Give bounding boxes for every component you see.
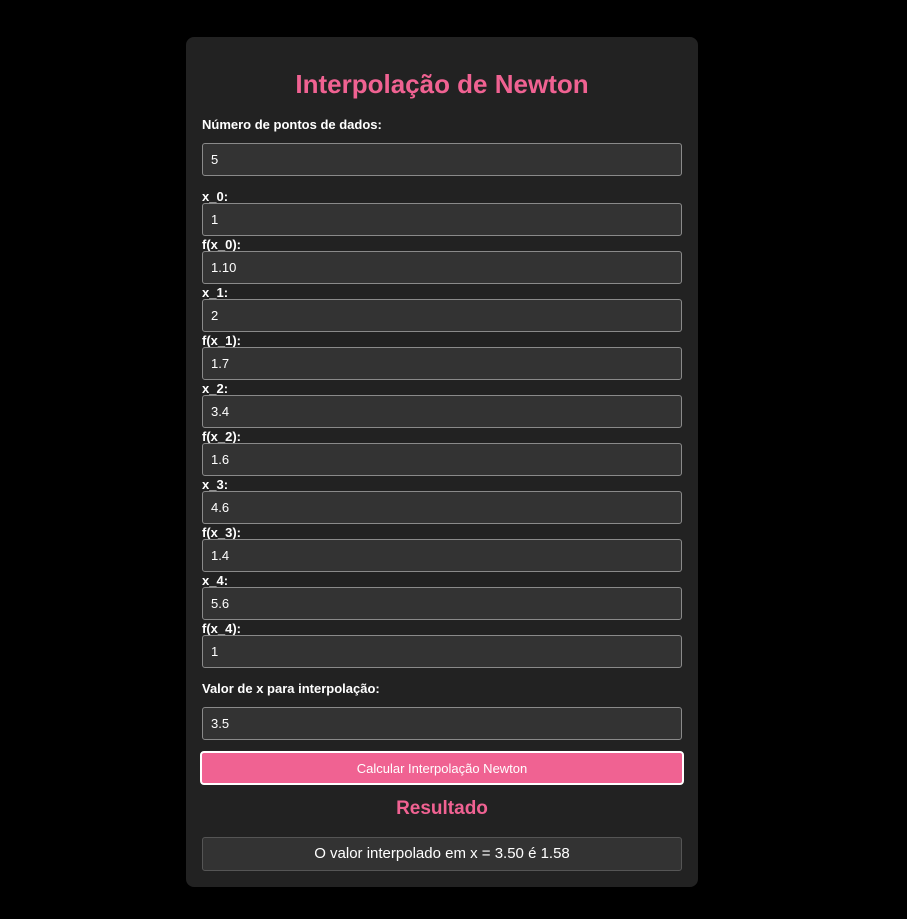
x4-label: x_4: xyxy=(202,573,229,588)
fx2-input[interactable] xyxy=(202,443,682,476)
x4-input[interactable] xyxy=(202,587,682,620)
calculate-button[interactable]: Calcular Interpolação Newton xyxy=(200,751,684,785)
fx1-input[interactable] xyxy=(202,347,682,380)
x2-input[interactable] xyxy=(202,395,682,428)
x1-label: x_1: xyxy=(202,285,229,300)
interp-x-input[interactable] xyxy=(202,707,682,740)
x0-input[interactable] xyxy=(202,203,682,236)
page-title: Interpolação de Newton xyxy=(295,69,589,99)
num-points-label: Número de pontos de dados: xyxy=(202,117,382,132)
result-title: Resultado xyxy=(396,798,488,819)
x2-label: x_2: xyxy=(202,381,229,396)
x1-input[interactable] xyxy=(202,299,682,332)
fx3-input[interactable] xyxy=(202,539,682,572)
num-points-input[interactable] xyxy=(202,143,682,176)
fx4-label: f(x_4): xyxy=(202,621,242,636)
fx2-label: f(x_2): xyxy=(202,429,242,444)
result-box: O valor interpolado em x = 3.50 é 1.58 xyxy=(202,837,682,871)
fx3-label: f(x_3): xyxy=(202,525,242,540)
fx0-input[interactable] xyxy=(202,251,682,284)
x3-label: x_3: xyxy=(202,477,229,492)
fx1-label: f(x_1): xyxy=(202,333,242,348)
fx4-input[interactable] xyxy=(202,635,682,668)
x3-input[interactable] xyxy=(202,491,682,524)
interpolation-card: Interpolação de Newton Número de pontos … xyxy=(186,37,698,887)
x0-label: x_0: xyxy=(202,189,229,204)
interp-x-label: Valor de x para interpolação: xyxy=(202,681,380,696)
fx0-label: f(x_0): xyxy=(202,237,242,252)
